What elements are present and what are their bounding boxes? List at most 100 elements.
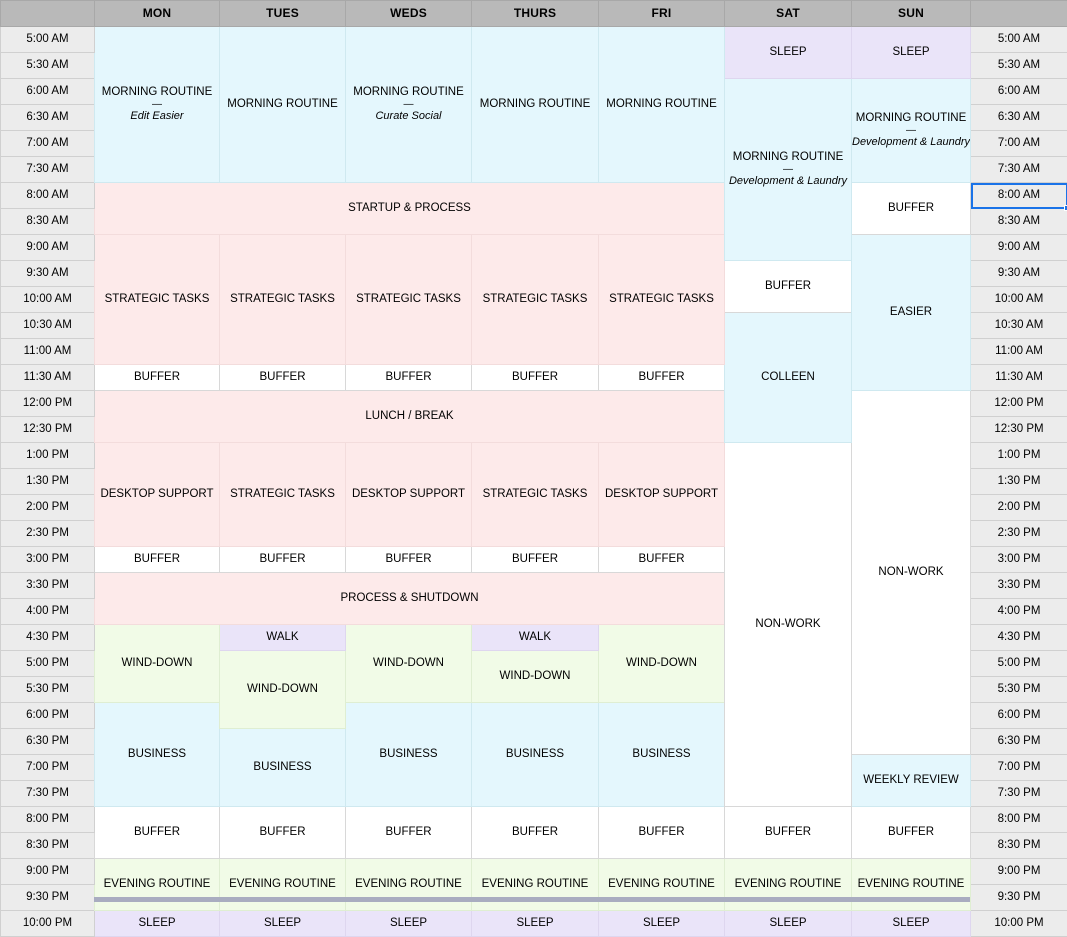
time-label-left[interactable]: 8:30 AM: [1, 209, 95, 235]
event-block[interactable]: MORNING ROUTINE—Development & Laundry: [852, 79, 971, 183]
time-label-right[interactable]: 9:30 AM: [971, 261, 1067, 287]
event-block[interactable]: WALK: [472, 625, 599, 651]
event-block[interactable]: NON-WORK: [725, 443, 852, 807]
time-label-left[interactable]: 12:00 PM: [1, 391, 95, 417]
time-label-left[interactable]: 6:30 AM: [1, 105, 95, 131]
time-label-right[interactable]: 12:30 PM: [971, 417, 1067, 443]
event-block[interactable]: NON-WORK: [852, 391, 971, 755]
time-label-right[interactable]: 1:30 PM: [971, 469, 1067, 495]
time-label-right[interactable]: 10:00 PM: [971, 911, 1067, 937]
event-block[interactable]: SLEEP: [95, 911, 220, 937]
time-label-left[interactable]: 10:00 PM: [1, 911, 95, 937]
event-block[interactable]: EASIER: [852, 235, 971, 391]
time-label-left[interactable]: 8:30 PM: [1, 833, 95, 859]
time-label-left[interactable]: 10:00 AM: [1, 287, 95, 313]
time-label-right[interactable]: 3:30 PM: [971, 573, 1067, 599]
event-block[interactable]: EVENING ROUTINE: [220, 859, 346, 911]
column-header-tues[interactable]: TUES: [220, 1, 346, 27]
event-block[interactable]: EVENING ROUTINE: [852, 859, 971, 911]
event-block[interactable]: MORNING ROUTINE—Curate Social: [346, 27, 472, 183]
event-block[interactable]: BUFFER: [95, 365, 220, 391]
time-label-left[interactable]: 11:00 AM: [1, 339, 95, 365]
event-block[interactable]: STRATEGIC TASKS: [346, 235, 472, 365]
time-label-left[interactable]: 6:00 PM: [1, 703, 95, 729]
time-label-left[interactable]: 11:30 AM: [1, 365, 95, 391]
time-label-right[interactable]: 6:00 PM: [971, 703, 1067, 729]
time-label-right[interactable]: 3:00 PM: [971, 547, 1067, 573]
time-label-left[interactable]: 9:00 AM: [1, 235, 95, 261]
time-label-right[interactable]: 5:00 AM: [971, 27, 1067, 53]
time-label-left[interactable]: 6:00 AM: [1, 79, 95, 105]
event-block[interactable]: WALK: [220, 625, 346, 651]
event-block[interactable]: SLEEP: [599, 911, 725, 937]
event-block[interactable]: EVENING ROUTINE: [95, 859, 220, 911]
event-block[interactable]: BUFFER: [95, 547, 220, 573]
event-block[interactable]: BUSINESS: [95, 703, 220, 807]
event-block[interactable]: MORNING ROUTINE—Development & Laundry: [725, 79, 852, 261]
event-block[interactable]: BUSINESS: [599, 703, 725, 807]
time-label-right[interactable]: 8:00 AM: [971, 183, 1067, 209]
time-label-right[interactable]: 6:30 AM: [971, 105, 1067, 131]
event-block[interactable]: SLEEP: [852, 27, 971, 79]
time-label-left[interactable]: 4:30 PM: [1, 625, 95, 651]
event-block-banner[interactable]: STARTUP & PROCESS: [95, 183, 725, 235]
time-label-right[interactable]: 7:00 AM: [971, 131, 1067, 157]
time-label-right[interactable]: 10:00 AM: [971, 287, 1067, 313]
time-label-left[interactable]: 1:30 PM: [1, 469, 95, 495]
event-block[interactable]: BUFFER: [599, 807, 725, 859]
event-block[interactable]: BUFFER: [725, 261, 852, 313]
event-block[interactable]: MORNING ROUTINE: [472, 27, 599, 183]
event-block[interactable]: WIND-DOWN: [95, 625, 220, 703]
event-block[interactable]: SLEEP: [725, 27, 852, 79]
event-block[interactable]: STRATEGIC TASKS: [472, 443, 599, 547]
event-block[interactable]: SLEEP: [220, 911, 346, 937]
time-label-left[interactable]: 8:00 PM: [1, 807, 95, 833]
time-label-left[interactable]: 5:30 AM: [1, 53, 95, 79]
event-block[interactable]: BUSINESS: [220, 729, 346, 807]
event-block[interactable]: WIND-DOWN: [472, 651, 599, 703]
event-block[interactable]: BUSINESS: [472, 703, 599, 807]
time-label-right[interactable]: 11:00 AM: [971, 339, 1067, 365]
event-block[interactable]: STRATEGIC TASKS: [472, 235, 599, 365]
column-header-weds[interactable]: WEDS: [346, 1, 472, 27]
event-block[interactable]: WIND-DOWN: [599, 625, 725, 703]
time-label-left[interactable]: 9:30 AM: [1, 261, 95, 287]
event-block[interactable]: DESKTOP SUPPORT: [346, 443, 472, 547]
event-block[interactable]: BUFFER: [220, 365, 346, 391]
time-label-right[interactable]: 5:00 PM: [971, 651, 1067, 677]
time-label-right[interactable]: 7:30 PM: [971, 781, 1067, 807]
event-block[interactable]: SLEEP: [346, 911, 472, 937]
event-block[interactable]: EVENING ROUTINE: [725, 859, 852, 911]
event-block[interactable]: BUFFER: [852, 183, 971, 235]
event-block[interactable]: STRATEGIC TASKS: [220, 235, 346, 365]
event-block[interactable]: BUFFER: [346, 547, 472, 573]
event-block[interactable]: STRATEGIC TASKS: [599, 235, 725, 365]
time-label-right[interactable]: 5:30 AM: [971, 53, 1067, 79]
event-block[interactable]: BUFFER: [725, 807, 852, 859]
time-label-right[interactable]: 6:30 PM: [971, 729, 1067, 755]
event-block[interactable]: SLEEP: [472, 911, 599, 937]
time-label-right[interactable]: 11:30 AM: [971, 365, 1067, 391]
event-block[interactable]: BUFFER: [599, 547, 725, 573]
event-block[interactable]: WIND-DOWN: [220, 651, 346, 729]
time-label-left[interactable]: 5:00 PM: [1, 651, 95, 677]
event-block[interactable]: BUFFER: [472, 807, 599, 859]
time-label-right[interactable]: 12:00 PM: [971, 391, 1067, 417]
event-block[interactable]: WEEKLY REVIEW: [852, 755, 971, 807]
time-label-right[interactable]: 6:00 AM: [971, 79, 1067, 105]
time-label-right[interactable]: 2:30 PM: [971, 521, 1067, 547]
event-block-banner[interactable]: LUNCH / BREAK: [95, 391, 725, 443]
time-label-right[interactable]: 8:30 PM: [971, 833, 1067, 859]
time-label-left[interactable]: 7:00 PM: [1, 755, 95, 781]
event-block[interactable]: STRATEGIC TASKS: [95, 235, 220, 365]
event-block[interactable]: BUFFER: [599, 365, 725, 391]
event-block[interactable]: EVENING ROUTINE: [599, 859, 725, 911]
time-label-left[interactable]: 10:30 AM: [1, 313, 95, 339]
time-label-right[interactable]: 9:30 PM: [971, 885, 1067, 911]
time-label-right[interactable]: 7:30 AM: [971, 157, 1067, 183]
event-block[interactable]: MORNING ROUTINE—Edit Easier: [95, 27, 220, 183]
time-label-left[interactable]: 2:00 PM: [1, 495, 95, 521]
event-block[interactable]: SLEEP: [852, 911, 971, 937]
event-block[interactable]: WIND-DOWN: [346, 625, 472, 703]
horizontal-scrollbar[interactable]: [94, 897, 970, 902]
